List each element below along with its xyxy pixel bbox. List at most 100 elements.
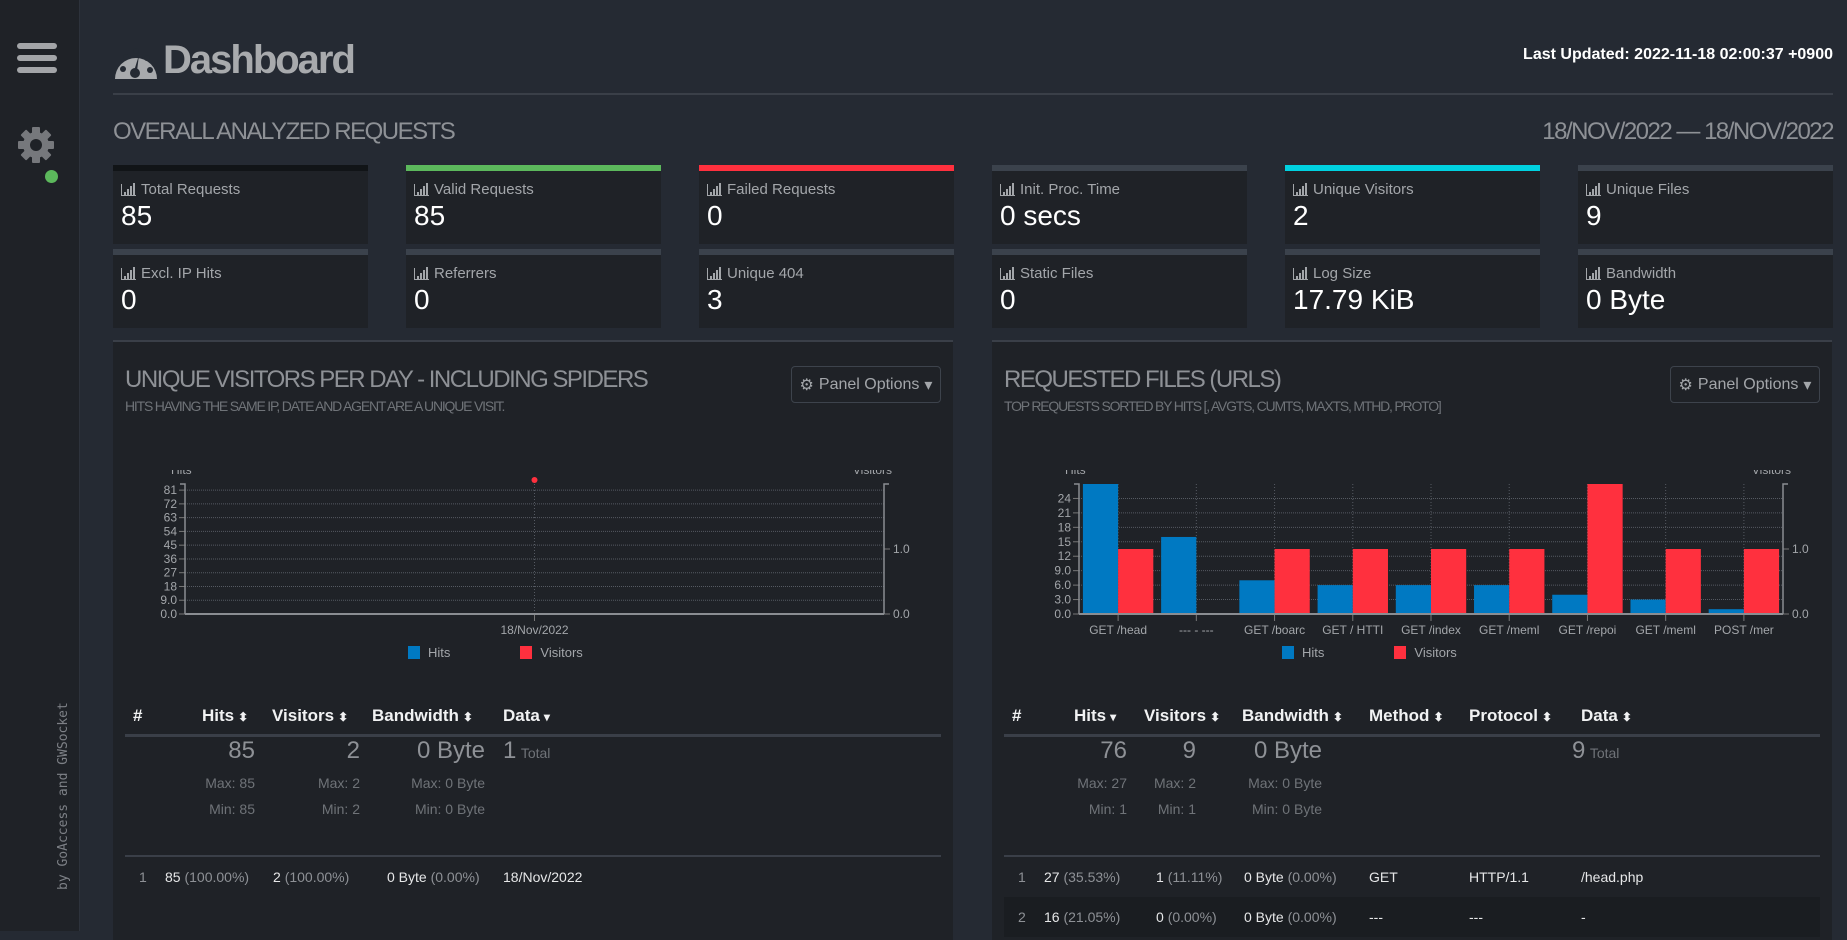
point-hits [531, 477, 538, 483]
column-header-hits[interactable]: Hits ⬍ [202, 706, 248, 726]
bar-visitors [1352, 549, 1388, 614]
connection-status-dot [45, 170, 58, 183]
summary-min: Min: 2 [321, 801, 360, 817]
column-header-label: Protocol [1469, 705, 1538, 725]
column-header-label: Visitors [1144, 705, 1207, 725]
bar-chart-icon [1293, 182, 1308, 196]
y2-tick-label: 0.0 [893, 607, 910, 621]
bar-visitors [1431, 549, 1467, 614]
y-tick-label: 81 [164, 483, 178, 497]
cell-value: 0 [1156, 909, 1164, 925]
bar-chart-icon [121, 182, 136, 196]
cell-value: 0 Byte [1244, 869, 1284, 885]
y-tick-label: 0.0 [1054, 607, 1071, 621]
column-header-visitors[interactable]: Visitors ⬍ [1144, 706, 1220, 726]
column-header-bandwidth[interactable]: Bandwidth ⬍ [1242, 706, 1343, 726]
y-tick-label: 18 [164, 579, 178, 593]
visitors-table: # Hits ⬍ Visitors ⬍ Bandwidth ⬍ Data ▾ 85 Max: 8… [125, 697, 941, 897]
page-title: Dashboard [163, 38, 356, 82]
cell-visitors: 2 (100.00%) [273, 869, 349, 885]
summary-value: 9 [1182, 737, 1196, 764]
gear-icon: ⚙ [1678, 376, 1693, 394]
summary-bandwidth: 0 Byte Max: 0 Byte Min: 0 Byte [1204, 737, 1322, 817]
sidebar: by GoAccess and GWSocket [0, 0, 80, 931]
stat-card: Total Requests 85 [113, 165, 368, 244]
y2-tick-label: 1.0 [1792, 542, 1809, 556]
table-row[interactable]: 1 27 (35.53%) 1 (11.11%) 0 Byte (0.00%) GET H… [1004, 857, 1820, 897]
column-header-bandwidth[interactable]: Bandwidth ⬍ [372, 706, 473, 726]
table-row[interactable]: 2 16 (21.05%) 0 (0.00%) 0 Byte (0.00%) --- --… [1004, 897, 1820, 937]
cell-value: 85 [165, 869, 181, 885]
gear-icon[interactable] [16, 125, 56, 165]
table-row[interactable]: 1 85 (100.00%) 2 (100.00%) 0 Byte (0.00%) 18… [125, 857, 941, 897]
summary-value: 2 [346, 737, 360, 764]
y2-axis-label: Visitors [1752, 470, 1791, 477]
stat-label: Static Files [1000, 265, 1239, 282]
column-header-index[interactable]: # [1012, 706, 1021, 726]
table-summary: 76 Max: 27 Min: 1 9 Max: 2 Min: 1 0 Byte… [1004, 737, 1820, 857]
column-header-method[interactable]: Method ⬍ [1369, 706, 1444, 726]
column-header-data[interactable]: Data ⬍ [1581, 706, 1632, 726]
requests-chart: Hits Visitors0.03.06.09.012151821240.01.0… [1054, 470, 1809, 637]
stat-value: 85 [121, 200, 153, 231]
y-tick-label: 6.0 [1054, 578, 1071, 592]
sort-icon: ⬍ [1332, 709, 1343, 724]
cell-value: - [1581, 909, 1586, 925]
sort-icon: ⬍ [462, 709, 473, 724]
stat-label-text: Static Files [1020, 265, 1094, 282]
summary-max: Max: 0 Byte [1248, 775, 1322, 791]
hamburger-icon[interactable] [17, 43, 57, 75]
column-header-visitors[interactable]: Visitors ⬍ [272, 706, 348, 726]
column-header-label: Hits [202, 705, 235, 725]
bar-chart-icon [1586, 182, 1601, 196]
panel-options-button[interactable]: ⚙ Panel Options ▾ [1670, 366, 1820, 403]
stat-card: Failed Requests 0 [699, 165, 954, 244]
legend-visitors[interactable]: Visitors [1394, 645, 1457, 660]
cell-percent: (100.00%) [284, 869, 350, 885]
stat-card: Unique 404 3 [699, 249, 954, 328]
cell-bw: 0 Byte (0.00%) [387, 869, 480, 885]
cell-value: GET [1369, 869, 1398, 885]
bar-chart-icon [414, 266, 429, 280]
sort-down-icon: ▾ [543, 709, 550, 724]
column-header-data[interactable]: Data ▾ [503, 706, 550, 726]
bar-chart-icon [1293, 266, 1308, 280]
cell-bw: 0 Byte (0.00%) [1244, 869, 1337, 885]
bar-visitors [1274, 549, 1310, 614]
caret-down-icon: ▾ [924, 376, 933, 394]
y-tick-label: 9.0 [160, 593, 177, 607]
stat-card: Static Files 0 [992, 249, 1247, 328]
bar-visitors [1743, 549, 1780, 614]
summary-data-total: 1 Total [503, 737, 550, 765]
column-header-hits[interactable]: Hits ▾ [1074, 706, 1116, 726]
y-tick-label: 12 [1058, 549, 1072, 563]
column-header-protocol[interactable]: Protocol ⬍ [1469, 706, 1552, 726]
column-header-label: # [1012, 705, 1022, 725]
cell-protocol: --- [1469, 909, 1483, 925]
cell-protocol: HTTP/1.1 [1469, 869, 1529, 885]
last-updated: Last Updated: 2022-11-18 02:00:37 +0900 [1523, 46, 1833, 63]
stat-card: Valid Requests 85 [406, 165, 661, 244]
legend-visitors[interactable]: Visitors [520, 645, 583, 660]
legend-swatch-visitors [520, 646, 533, 659]
column-header-index[interactable]: # [133, 706, 142, 726]
y-axis-label: Hits [171, 470, 192, 477]
y-tick-label: 3.0 [1054, 593, 1071, 607]
legend-hits[interactable]: Hits [1282, 645, 1324, 660]
cell-percent: (0.00%) [1287, 869, 1337, 885]
cell-hits: 16 (21.05%) [1044, 909, 1120, 925]
overall-cards: Total Requests 85 Valid Requests 85 Failed R… [113, 165, 1833, 328]
sort-icon: ⬍ [338, 709, 349, 724]
y-tick-label: 15 [1058, 535, 1072, 549]
table-body: 1 85 (100.00%) 2 (100.00%) 0 Byte (0.00%) 18… [125, 857, 941, 897]
stat-label-text: Failed Requests [727, 181, 836, 198]
y-tick-label: 63 [164, 511, 178, 525]
summary-max: Max: 2 [317, 775, 360, 791]
legend-hits[interactable]: Hits [408, 645, 450, 660]
bar-visitors [1665, 549, 1701, 614]
panel-options-button[interactable]: ⚙ Panel Options ▾ [791, 366, 941, 403]
y2-tick-label: 0.0 [1792, 607, 1809, 621]
stat-value: 0 [121, 284, 137, 315]
cell-visitors: 1 (11.11%) [1156, 869, 1222, 885]
legend-label: Visitors [1414, 645, 1457, 660]
